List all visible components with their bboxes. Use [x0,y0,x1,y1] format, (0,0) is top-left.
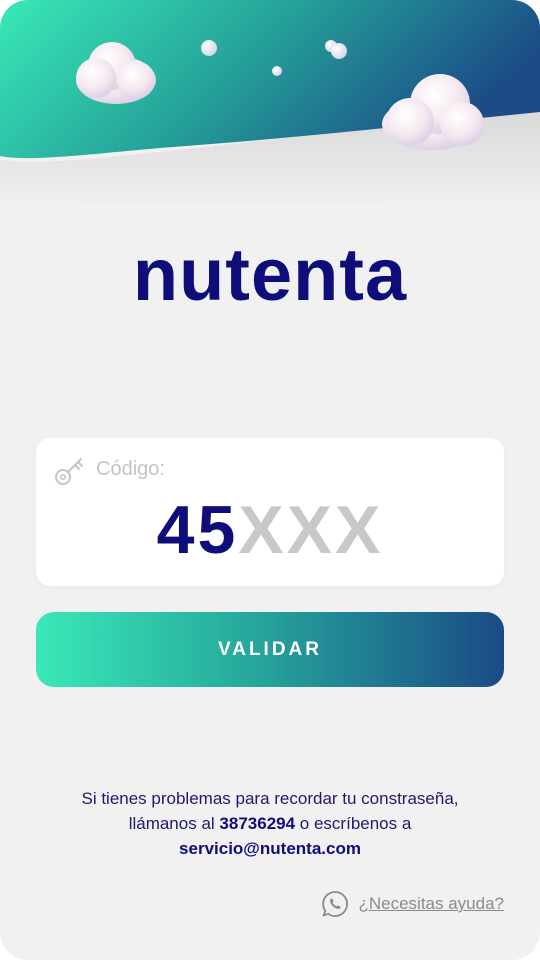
header-illustration [0,0,540,210]
help-link-label: ¿Necesitas ayuda? [358,894,504,913]
whatsapp-icon [322,891,349,917]
help-message: Si tienes problemas para recordar tu con… [40,786,500,861]
code-input-card[interactable]: Código: 45XXX [36,438,504,586]
login-screen: nutenta Código: 45XXX VALIDAR Si tienes … [0,0,540,960]
help-link[interactable]: ¿Necesitas ayuda? [320,889,504,919]
help-line-2-suffix: o escríbenos a [299,814,412,833]
support-phone[interactable]: 38736294 [219,814,295,833]
help-line-2-prefix: llámanos al [128,814,215,833]
key-icon [55,458,83,485]
brand-logo: nutenta [132,233,408,316]
help-line-1: Si tienes problemas para recordar tu con… [81,789,459,808]
support-email-link[interactable]: servicio@nutenta.com [179,839,361,858]
code-field[interactable]: 45XXX [36,490,504,570]
header-banner [0,0,540,220]
code-placeholder: XXX [238,492,384,568]
validate-button[interactable]: VALIDAR [36,612,504,687]
code-label: Código: [96,458,165,480]
code-entered-digits: 45 [156,492,239,568]
